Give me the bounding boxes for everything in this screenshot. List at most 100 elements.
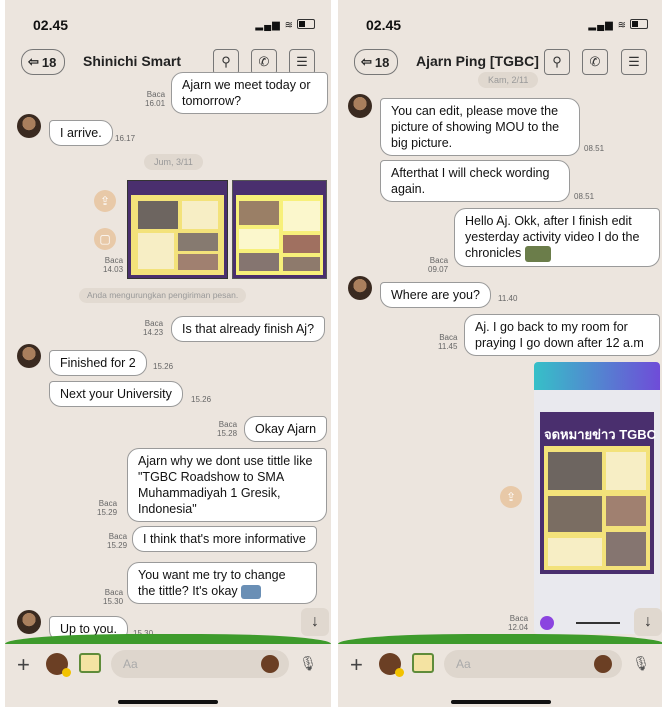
scroll-down-button[interactable]: ↓: [634, 608, 662, 636]
share-button[interactable]: ⇪: [94, 190, 116, 212]
avatar[interactable]: [17, 610, 41, 634]
message-time: 15.26: [153, 362, 174, 371]
call-button[interactable]: ✆: [582, 49, 608, 75]
sticker-emoji: [241, 584, 262, 599]
message-bubble[interactable]: Ajarn why we dont use tittle like "TGBC …: [127, 448, 327, 522]
contact-name[interactable]: Shinichi Smart: [83, 53, 181, 69]
save-button[interactable]: ▢: [94, 228, 116, 250]
status-bar: 02.45 ▂▄▆ ≋: [338, 0, 662, 44]
unread-count: 18: [41, 54, 57, 70]
input-bar: + Aa 🎙: [338, 644, 662, 707]
add-icon: [540, 616, 554, 630]
status-time: 02.45: [33, 17, 69, 33]
plus-icon[interactable]: +: [350, 652, 363, 678]
message-input[interactable]: Aa: [444, 650, 622, 678]
contact-name[interactable]: Ajarn Ping [TGBC]: [416, 53, 539, 69]
message-text: You want me try to change the tittle? It…: [138, 568, 286, 598]
chat-screen-ajarn-ping: 02.45 ▂▄▆ ≋ ⇦ 18 Ajarn Ping [TGBC] ⚲ ✆ ☰…: [338, 0, 662, 707]
message-meta: Baca 15.29: [107, 532, 128, 550]
scroll-down-icon: ↓: [644, 613, 652, 630]
message-input[interactable]: Aa: [111, 650, 289, 678]
back-button[interactable]: ⇦ 18: [354, 49, 399, 75]
sticker-icon[interactable]: [46, 653, 71, 677]
date-separator: Jum, 3/11: [144, 154, 203, 170]
message-bubble[interactable]: You want me try to change the tittle? It…: [127, 562, 317, 604]
status-bar: 02.45 ▂▄▆ ≋: [5, 0, 331, 44]
message-list[interactable]: Baca 16.01 Ajarn we meet today or tomorro…: [5, 72, 331, 642]
avatar[interactable]: [17, 114, 41, 138]
search-button[interactable]: ⚲: [544, 49, 570, 75]
message-meta: Baca 14.03: [103, 256, 124, 274]
menu-button[interactable]: ☰: [621, 49, 647, 75]
screenshot-toolbar: [534, 362, 660, 390]
input-placeholder: Aa: [456, 657, 471, 671]
home-indicator: [451, 700, 551, 704]
search-icon: ⚲: [552, 54, 562, 69]
share-icon: ⇪: [99, 194, 111, 208]
unsent-notice: Anda mengurungkan pengiriman pesan.: [79, 288, 247, 303]
message-bubble[interactable]: Finished for 2: [49, 350, 147, 376]
message-meta: Baca 15.28: [217, 420, 238, 438]
message-bubble[interactable]: Where are you?: [380, 282, 491, 308]
shared-image-newsletter-2[interactable]: [232, 180, 327, 279]
search-icon: ⚲: [221, 54, 231, 69]
scroll-down-icon: ↓: [311, 613, 319, 630]
message-bubble[interactable]: Next your University: [49, 381, 183, 407]
battery-icon: [630, 19, 648, 29]
poster-body: [544, 446, 650, 570]
message-bubble[interactable]: Okay Ajarn: [244, 416, 328, 442]
decorative-grass: [5, 634, 331, 644]
poster-title: จดหมายข่าว TGBC: [544, 427, 657, 442]
menu-icon: ☰: [628, 54, 640, 69]
message-time: 16.17: [115, 134, 136, 143]
mic-icon[interactable]: 🎙: [299, 655, 317, 672]
scroll-down-button[interactable]: ↓: [301, 608, 329, 636]
emoji-icon[interactable]: [594, 655, 612, 673]
unread-count: 18: [374, 54, 390, 70]
shared-screenshot[interactable]: จดหมายข่าว TGBC: [534, 362, 660, 634]
message-bubble[interactable]: Hello Aj. Okk, after I finish edit yeste…: [454, 208, 660, 267]
message-bubble[interactable]: Afterthat I will check wording again.: [380, 160, 570, 202]
image-icon[interactable]: [79, 653, 101, 673]
image-icon[interactable]: [412, 653, 434, 673]
message-bubble[interactable]: You can edit, please move the picture of…: [380, 98, 580, 156]
decorative-grass: [338, 634, 662, 644]
system-icons: ▂▄▆ ≋: [588, 18, 648, 31]
shared-image-newsletter-1[interactable]: [127, 180, 228, 279]
message-bubble[interactable]: Aj. I go back to my room for praying I g…: [464, 314, 660, 356]
message-meta: Baca 11.45: [438, 333, 458, 351]
share-icon: ⇪: [505, 490, 517, 504]
phone-icon: ✆: [589, 54, 601, 69]
back-arrow-icon: ⇦: [361, 54, 372, 69]
share-button[interactable]: ⇪: [500, 486, 522, 508]
avatar[interactable]: [348, 94, 372, 118]
message-meta: Baca 15.29: [97, 499, 118, 517]
sticker-icon[interactable]: [379, 653, 404, 677]
newsletter-poster: จดหมายข่าว TGBC: [540, 412, 657, 574]
message-bubble[interactable]: I arrive.: [49, 120, 113, 146]
message-list[interactable]: Kam, 2/11 You can edit, please move the …: [338, 72, 662, 636]
home-indicator: [118, 700, 218, 704]
message-meta: Baca 12.04: [508, 614, 529, 632]
mic-icon[interactable]: 🎙: [632, 655, 650, 672]
message-time: 08.51: [584, 144, 605, 153]
avatar[interactable]: [348, 276, 372, 300]
emoji-icon[interactable]: [261, 655, 279, 673]
message-text: Hello Aj. Okk, after I finish edit yeste…: [465, 214, 640, 260]
system-icons: ▂▄▆ ≋: [255, 18, 315, 31]
phone-icon: ✆: [258, 54, 270, 69]
message-bubble[interactable]: Is that already finish Aj?: [171, 316, 326, 342]
date-separator: Kam, 2/11: [478, 72, 539, 88]
input-bar: + Aa 🎙: [5, 644, 331, 707]
chat-screen-shinichi: 02.45 ▂▄▆ ≋ ⇦ 18 Shinichi Smart ⚲ ✆ ☰ Ba…: [5, 0, 331, 707]
back-button[interactable]: ⇦ 18: [21, 49, 66, 75]
message-bubble[interactable]: I think that's more informative: [132, 526, 317, 552]
message-time: 11.40: [498, 294, 518, 303]
home-bar-line: [576, 622, 620, 624]
back-arrow-icon: ⇦: [28, 54, 39, 69]
status-time: 02.45: [366, 17, 402, 33]
message-bubble[interactable]: Ajarn we meet today or tomorrow?: [171, 72, 328, 114]
save-icon: ▢: [99, 232, 111, 246]
plus-icon[interactable]: +: [17, 652, 30, 678]
avatar[interactable]: [17, 344, 41, 368]
